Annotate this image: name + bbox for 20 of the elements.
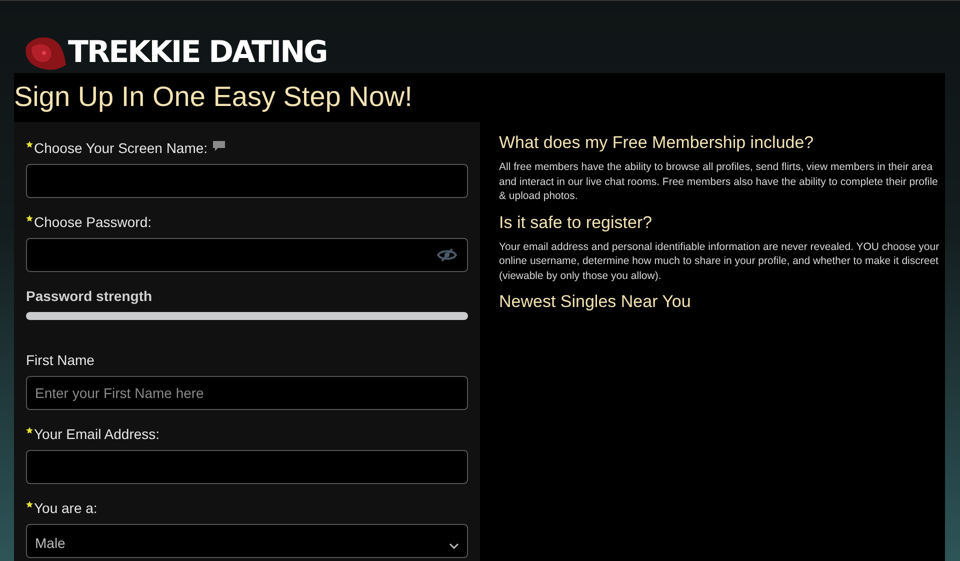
field-label: Your Email Address: bbox=[34, 424, 160, 444]
eye-slash-icon[interactable] bbox=[437, 248, 457, 262]
page-heading: Sign Up In One Easy Step Now! bbox=[14, 80, 414, 114]
field-label: First Name bbox=[26, 350, 94, 370]
input-field[interactable] bbox=[26, 164, 468, 198]
section-text: Your email address and personal identifiable information are never revealed. YOU choose your online username, determine how much to share in your profile, and whether to make it discreet (viewable by only those you allow). bbox=[499, 240, 940, 283]
input-field[interactable] bbox=[26, 450, 468, 484]
section-heading: Is it safe to register? bbox=[499, 212, 654, 234]
chevron-down-icon bbox=[449, 543, 459, 549]
field-label: You are a: bbox=[34, 498, 98, 518]
section-heading: Newest Singles Near You bbox=[499, 291, 692, 313]
logo-text[interactable]: TREKKIE DATING bbox=[68, 38, 327, 68]
strength-label: Password strength bbox=[26, 287, 154, 306]
section-text: All free members have the ability to browse all profiles, send flirts, view members in their area and interact in our live chat rooms. Free members also have the ability to complete their profile & upload photos. bbox=[499, 160, 939, 204]
input-field[interactable]: Enter your First Name here bbox=[26, 376, 468, 410]
gender-select[interactable]: Male bbox=[26, 524, 468, 558]
password-field[interactable] bbox=[26, 238, 468, 272]
field-label: Choose Your Screen Name: bbox=[34, 138, 208, 158]
section-heading: What does my Free Membership include? bbox=[499, 132, 815, 154]
field-label: Choose Password: bbox=[34, 212, 152, 232]
